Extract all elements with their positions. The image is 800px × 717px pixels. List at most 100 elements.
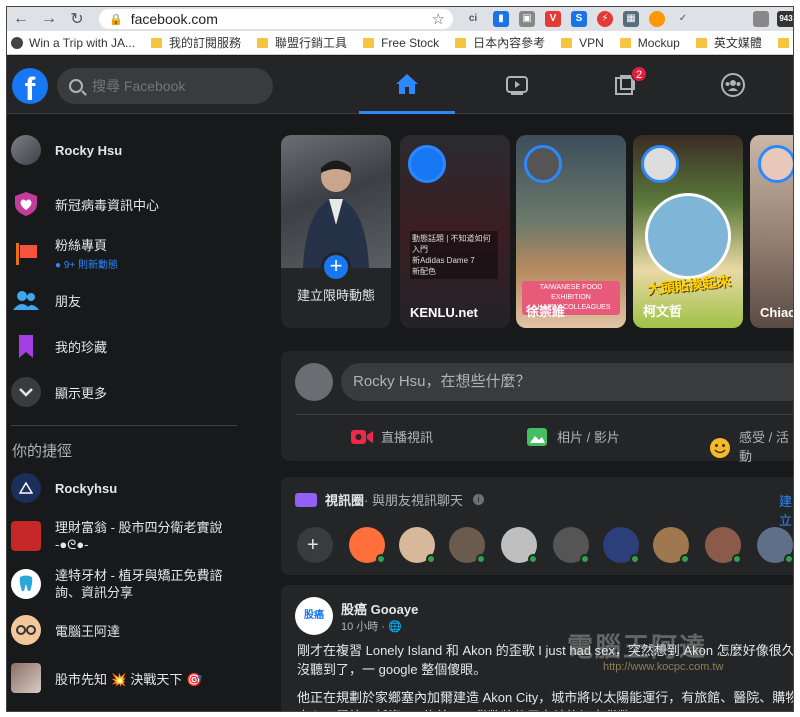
shortcut-label: 理財富翁 - 股市四分衛老實說 -●ᘓ●- <box>55 520 223 552</box>
sidebar-item-friends[interactable]: 朋友 <box>11 285 239 315</box>
sidebar-item-saved[interactable]: 我的珍藏 <box>11 331 239 361</box>
tab-watch[interactable] <box>469 56 565 114</box>
shortcut-item[interactable]: 理財富翁 - 股市四分衛老實說 -●ᘓ●- <box>11 519 239 553</box>
create-story-card[interactable]: + 建立限時動態 <box>281 135 391 328</box>
shortcut-item[interactable]: Rockyhsu <box>11 473 239 503</box>
sidebar-item-pages[interactable]: 粉絲專頁 ● 9+ 則新動態 <box>11 235 239 271</box>
bookmark-item[interactable]: Win a Trip with JA... <box>7 36 135 50</box>
online-dot <box>680 554 690 564</box>
shortcut-label: Rockyhsu <box>55 480 118 496</box>
sidebar-item-see-more[interactable]: 顯示更多 <box>11 377 239 407</box>
home-icon <box>396 73 418 94</box>
story-card[interactable]: 大頭貼換起來 柯文哲 <box>633 135 743 328</box>
notification-badge: 2 <box>631 66 647 82</box>
extension-shield-icon[interactable] <box>753 11 769 27</box>
info-icon[interactable]: i <box>472 494 484 505</box>
lock-icon: 🔒 <box>109 13 123 26</box>
sidebar-item-profile[interactable]: Rocky Hsu <box>11 135 239 165</box>
post-timestamp[interactable]: 10 小時 · 🌐 <box>341 618 402 634</box>
feed-post: 股癌 股癌 Gooaye 10 小時 · 🌐 剛才在複習 Lonely Isla… <box>281 585 793 711</box>
back-arrow-icon[interactable]: ← <box>7 10 35 28</box>
sidebar-item-label: 我的珍藏 <box>55 339 108 355</box>
extension-tools-icon[interactable]: ▦ <box>623 11 639 27</box>
bookmark-folder[interactable]: VPN <box>561 36 604 50</box>
avatar <box>11 135 41 165</box>
live-video-button[interactable]: 直播視訊 <box>351 427 433 446</box>
bookmark-folder[interactable]: Mockup <box>619 36 680 50</box>
bookmark-folder[interactable]: 聯盟行銷工具 <box>257 34 347 51</box>
friend-avatar[interactable] <box>501 527 538 564</box>
friend-avatar[interactable] <box>653 527 690 564</box>
create-room-link[interactable]: 建立 <box>779 491 793 529</box>
groups-icon <box>721 73 745 97</box>
extension-flash-icon[interactable]: ⚡ <box>597 11 613 27</box>
bookmark-label: VPN <box>579 35 604 50</box>
bookmark-folder[interactable]: 日本內容參考 <box>455 34 545 51</box>
facebook-logo[interactable]: f <box>12 68 48 104</box>
tab-home[interactable] <box>359 56 455 114</box>
shortcut-item[interactable]: 電腦王阿達 <box>11 615 239 645</box>
bookmark-folder[interactable]: Free Stock <box>363 36 439 50</box>
bookmarks-bar: Win a Trip with JA... 我的訂閱服務 聯盟行銷工具 Free… <box>7 31 793 55</box>
tab-marketplace[interactable]: 2 <box>577 56 673 114</box>
search-box[interactable] <box>57 68 273 104</box>
status-input[interactable]: Rocky Hsu，在想些什麼？ <box>341 363 793 401</box>
bookmark-folder[interactable]: 我的訂閱服務 <box>151 34 241 51</box>
avatar <box>295 363 333 401</box>
facebook-header: f 2 <box>7 56 793 114</box>
forward-arrow-icon[interactable]: → <box>35 10 63 28</box>
add-story-plus-icon[interactable]: + <box>321 252 351 282</box>
create-story-label: 建立限時動態 <box>297 288 376 303</box>
url-text: facebook.com <box>130 11 218 27</box>
photo-icon <box>527 427 549 446</box>
friend-avatar[interactable] <box>603 527 640 564</box>
photo-video-button[interactable]: 相片 / 影片 <box>527 427 620 446</box>
bookmark-ribbon-icon <box>11 331 41 361</box>
shortcut-item[interactable]: 達特牙材 - 植牙與矯正免費諮詢、資訊分享 <box>11 567 239 601</box>
sidebar-item-label: 粉絲專頁 <box>55 238 108 253</box>
extension-s-icon[interactable]: S <box>571 11 587 27</box>
sidebar-item-covid[interactable]: 新冠病毒資訊中心 <box>11 189 239 219</box>
friend-avatar[interactable] <box>349 527 386 564</box>
story-card[interactable]: 動態話題 | 不知道如何入門 新Adidas Dame 7 新配色 KENLU.… <box>400 135 510 328</box>
friend-avatar[interactable] <box>757 527 793 564</box>
sidebar-divider <box>11 425 237 426</box>
bookmark-star-icon[interactable]: ☆ <box>432 10 445 28</box>
chevron-down-icon <box>11 377 41 407</box>
friend-avatar[interactable] <box>449 527 486 564</box>
reload-icon[interactable]: ↻ <box>63 9 91 29</box>
url-bar[interactable]: 🔒 facebook.com ☆ <box>99 9 453 29</box>
rooms-title: 視訊圈 <box>325 493 365 508</box>
post-time-text: 10 小時 · <box>341 621 389 633</box>
extension-vivaldi-icon[interactable]: V <box>545 11 561 27</box>
post-composer: Rocky Hsu，在想些什麼？ 直播視訊 相片 / 影片 感受 / 活動 <box>281 351 793 464</box>
post-author[interactable]: 股癌 Gooaye <box>341 599 418 618</box>
story-card[interactable]: TAIWANESE FOOD EXHIBITION + HAPPY COLLEA… <box>516 135 626 328</box>
photo-video-label: 相片 / 影片 <box>557 430 620 445</box>
extension-counter-icon[interactable]: 943 <box>777 11 793 27</box>
bookmark-folder[interactable]: G <box>777 36 793 50</box>
folder-icon <box>151 37 163 48</box>
tab-groups[interactable] <box>685 56 781 114</box>
folder-icon <box>257 37 269 48</box>
story-card[interactable]: Chiac <box>750 135 793 328</box>
create-room-button[interactable]: + <box>297 527 333 563</box>
extension-ring-icon[interactable] <box>649 11 665 27</box>
sidebar-item-label: 顯示更多 <box>55 385 108 401</box>
online-dot <box>426 554 436 564</box>
search-input[interactable] <box>92 78 252 94</box>
bookmark-label: 英文媒體 <box>713 36 762 50</box>
online-dot <box>630 554 640 564</box>
extension-check-icon[interactable]: ✓ <box>675 11 691 27</box>
bookmark-folder[interactable]: 英文媒體 <box>695 34 762 51</box>
friend-avatar[interactable] <box>399 527 436 564</box>
feeling-activity-button[interactable]: 感受 / 活動 <box>709 427 793 465</box>
extension-image-icon[interactable]: ▣ <box>519 11 535 27</box>
friend-avatar[interactable] <box>705 527 742 564</box>
friend-avatar[interactable] <box>553 527 590 564</box>
avatar[interactable]: 股癌 <box>295 597 333 635</box>
extension-ci-icon[interactable]: ci <box>465 11 481 27</box>
shortcut-item[interactable]: 股市先知 💥 決戰天下 🎯 <box>11 663 239 693</box>
avatar <box>11 569 41 599</box>
extension-bookmark-icon[interactable]: ▮ <box>493 11 509 27</box>
